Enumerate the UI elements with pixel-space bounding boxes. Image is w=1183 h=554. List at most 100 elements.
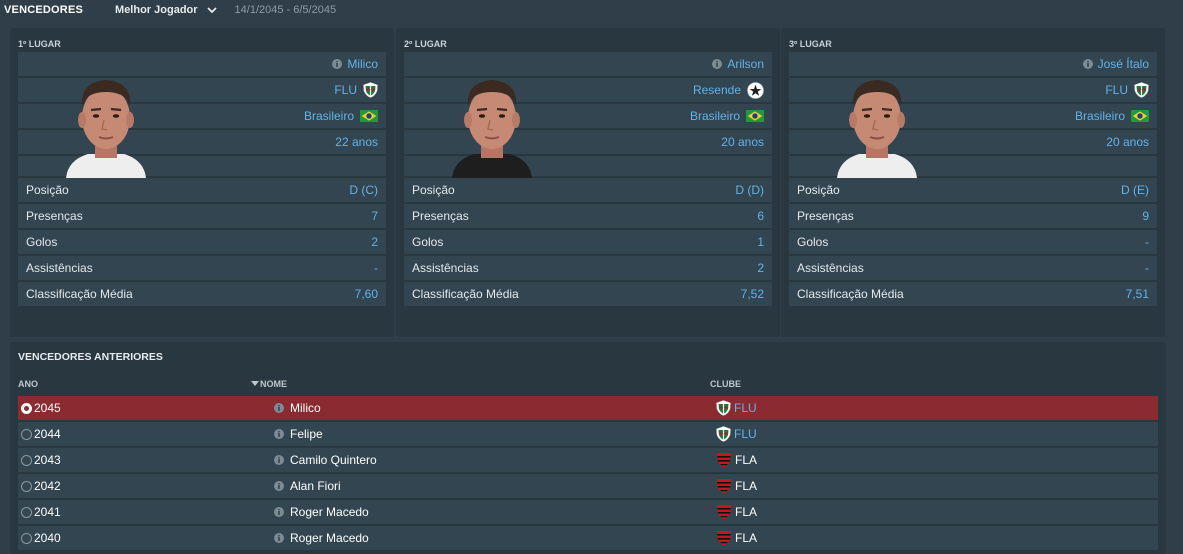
stat-row: Presenças 7: [18, 204, 386, 228]
nationality[interactable]: Brasileiro: [690, 109, 740, 123]
info-icon: [1082, 59, 1093, 69]
row-player[interactable]: Camilo Quintero: [274, 453, 377, 467]
previous-winners-title: VENCEDORES ANTERIORES: [18, 351, 163, 363]
stat-row: Golos 2: [18, 230, 386, 254]
nationality[interactable]: Brasileiro: [1075, 109, 1125, 123]
row-player-name[interactable]: Roger Macedo: [290, 531, 369, 545]
winner-card-3: 3º LUGAR José Ítalo FLU Brasileiro 20 anos Po…: [781, 28, 1165, 337]
info-icon: [274, 429, 284, 439]
fluminense-badge-icon: [1134, 82, 1149, 98]
row-club[interactable]: FLU: [716, 426, 757, 442]
player-name[interactable]: José Ítalo: [1098, 57, 1149, 71]
table-row[interactable]: 2041 Roger Macedo FLA: [18, 500, 1158, 524]
stat-label: Classificação Média: [797, 287, 904, 301]
stat-label: Assistências: [26, 261, 93, 275]
row-radio[interactable]: [21, 480, 32, 492]
stat-label: Posição: [412, 183, 455, 197]
sort-desc-icon: [251, 381, 259, 386]
stat-value: 7,51: [1125, 287, 1149, 301]
row-player[interactable]: Roger Macedo: [274, 531, 369, 545]
stat-row: Golos 1: [404, 230, 772, 254]
row-year: 2042: [34, 479, 61, 493]
stat-row: Assistências -: [18, 256, 386, 280]
stat-value: 2: [757, 261, 764, 275]
row-player[interactable]: Roger Macedo: [274, 505, 369, 519]
fluminense-badge-icon: [716, 426, 731, 442]
stat-value: D (C): [349, 183, 378, 197]
table-row[interactable]: 2043 Camilo Quintero FLA: [18, 448, 1158, 472]
column-header-club[interactable]: CLUBE: [710, 379, 741, 389]
row-club[interactable]: FLA: [716, 452, 757, 468]
stat-label: Assistências: [412, 261, 479, 275]
info-icon: [332, 59, 343, 69]
stat-label: Presenças: [26, 209, 83, 223]
row-player[interactable]: Felipe: [274, 427, 323, 441]
player-name[interactable]: Milico: [347, 57, 378, 71]
row-radio[interactable]: [21, 506, 32, 518]
row-club-name[interactable]: FLA: [735, 531, 757, 545]
table-row[interactable]: 2042 Alan Fiori FLA: [18, 474, 1158, 498]
stat-row: Posição D (C): [18, 178, 386, 202]
row-player[interactable]: Milico: [274, 401, 321, 415]
stat-value: 1: [757, 235, 764, 249]
fluminense-badge-icon: [363, 82, 378, 98]
stat-value: -: [374, 261, 378, 275]
row-radio[interactable]: [21, 532, 32, 544]
stat-row: Classificação Média 7,52: [404, 282, 772, 306]
row-player-name[interactable]: Milico: [290, 401, 321, 415]
info-icon: [274, 507, 284, 517]
row-club-name[interactable]: FLU: [734, 401, 757, 415]
place-label: 1º LUGAR: [18, 39, 61, 49]
row-club-name[interactable]: FLU: [734, 427, 757, 441]
table-row[interactable]: 2040 Roger Macedo FLA: [18, 526, 1158, 550]
row-club[interactable]: FLU: [716, 400, 757, 416]
table-row[interactable]: 2044 Felipe FLU: [18, 422, 1158, 446]
stat-value: 2: [371, 235, 378, 249]
row-club[interactable]: FLA: [716, 530, 757, 546]
row-club[interactable]: FLA: [716, 478, 757, 494]
row-club[interactable]: FLA: [716, 504, 757, 520]
brazil-flag-icon: [1131, 110, 1149, 122]
row-club-name[interactable]: FLA: [735, 453, 757, 467]
club-name[interactable]: FLU: [1105, 83, 1128, 97]
stat-value: 6: [757, 209, 764, 223]
stat-row: Presenças 6: [404, 204, 772, 228]
stat-label: Posição: [797, 183, 840, 197]
row-radio[interactable]: [21, 428, 32, 440]
row-year: 2043: [34, 453, 61, 467]
winner-card-1: 1º LUGAR Milico FLU Brasileiro 22 anos Posiçã…: [10, 28, 394, 337]
row-year: 2041: [34, 505, 61, 519]
stat-row: Posição D (D): [404, 178, 772, 202]
resende-badge-icon: [747, 81, 764, 99]
award-dropdown-label: Melhor Jogador: [115, 4, 198, 16]
column-header-year[interactable]: ANO: [18, 379, 38, 389]
previous-winners-panel: VENCEDORES ANTERIORES ANO NOME CLUBE 204…: [10, 342, 1166, 554]
stat-label: Posição: [26, 183, 69, 197]
club-name[interactable]: Resende: [693, 83, 741, 97]
stat-label: Golos: [412, 235, 444, 249]
award-dropdown[interactable]: Melhor Jogador: [115, 4, 217, 16]
row-radio[interactable]: [21, 402, 32, 414]
row-club-name[interactable]: FLA: [735, 505, 757, 519]
row-radio[interactable]: [21, 454, 32, 466]
club-name[interactable]: FLU: [334, 83, 357, 97]
stat-value: -: [1145, 261, 1149, 275]
stat-row: Assistências -: [789, 256, 1157, 280]
row-player-name[interactable]: Camilo Quintero: [290, 453, 377, 467]
stat-value: D (E): [1121, 183, 1149, 197]
row-club-name[interactable]: FLA: [735, 479, 757, 493]
row-player-name[interactable]: Felipe: [290, 427, 323, 441]
row-player-name[interactable]: Alan Fiori: [290, 479, 341, 493]
stat-label: Classificação Média: [26, 287, 133, 301]
stat-label: Presenças: [797, 209, 854, 223]
nationality[interactable]: Brasileiro: [304, 109, 354, 123]
row-player-name[interactable]: Roger Macedo: [290, 505, 369, 519]
winner-card-2: 2º LUGAR Arilson Resende Brasileiro 20 anos P…: [396, 28, 780, 337]
brazil-flag-icon: [360, 110, 378, 122]
stat-label: Classificação Média: [412, 287, 519, 301]
column-header-name[interactable]: NOME: [251, 379, 287, 389]
player-name[interactable]: Arilson: [727, 57, 764, 71]
table-row[interactable]: 2045 Milico FLU: [18, 396, 1158, 420]
column-header-name-label: NOME: [260, 379, 287, 389]
row-player[interactable]: Alan Fiori: [274, 479, 341, 493]
